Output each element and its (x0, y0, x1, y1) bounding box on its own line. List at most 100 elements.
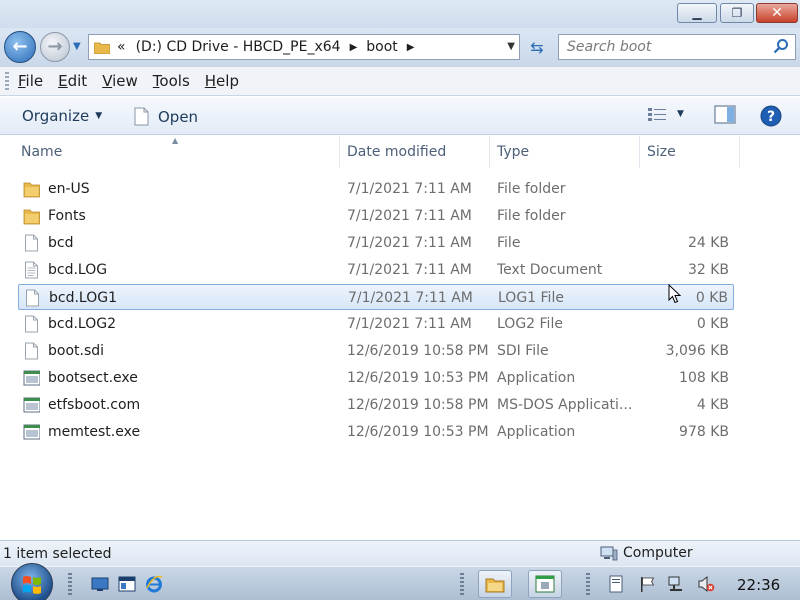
minimize-button[interactable]: ▁ (677, 3, 717, 23)
network-icon[interactable] (667, 575, 685, 593)
start-button[interactable] (11, 563, 53, 600)
file-icon (26, 289, 39, 307)
file-type: File folder (497, 181, 566, 197)
menu-view[interactable]: View (102, 72, 138, 90)
file-type: Text Document (497, 262, 603, 278)
file-date-modified: 7/1/2021 7:11 AM (347, 181, 472, 197)
breadcrumb-drive[interactable]: (D:) CD Drive - HBCD_PE_x64 (136, 39, 341, 55)
organize-label: Organize (22, 107, 90, 125)
column-header-type[interactable]: Type (490, 136, 640, 168)
file-name: bcd.LOG (48, 262, 108, 278)
file-row[interactable]: bcd.LOG1 7/1/2021 7:11 AM LOG1 File 0 KB (18, 284, 734, 310)
file-row[interactable]: bcd.LOG2 7/1/2021 7:11 AM LOG2 File 0 KB (18, 311, 734, 337)
computer-icon (600, 546, 618, 560)
forward-button[interactable]: → (40, 32, 70, 62)
breadcrumb-chevron-icon[interactable]: ▶ (407, 42, 415, 53)
file-type: LOG1 File (498, 290, 564, 306)
file-size: 32 KB (687, 262, 729, 278)
internet-explorer-icon[interactable] (145, 575, 163, 593)
file-icon (25, 342, 38, 360)
address-bar[interactable]: « (D:) CD Drive - HBCD_PE_x64 ▶ boot ▶ ▼ (88, 34, 520, 60)
recent-pages-dropdown-icon[interactable]: ▼ (73, 41, 81, 52)
svg-text:?: ? (767, 109, 775, 125)
application-icon (23, 397, 40, 413)
breadcrumb-boot[interactable]: boot (366, 39, 398, 55)
refresh-button[interactable]: ⇆ (524, 35, 550, 59)
taskbar-grip (460, 573, 464, 595)
application-icon (23, 424, 40, 440)
help-icon: ? (760, 105, 782, 127)
file-name: boot.sdi (48, 343, 105, 359)
close-button[interactable]: ✕ (756, 3, 798, 23)
minimize-icon: ▁ (692, 6, 702, 20)
organize-button[interactable]: Organize ▼ (22, 107, 102, 125)
chevron-down-icon[interactable]: ▼ (677, 109, 684, 119)
file-size: 108 KB (679, 370, 729, 386)
volume-muted-icon[interactable] (697, 575, 715, 593)
taskbar-app-button[interactable] (528, 570, 562, 598)
file-type: Application (497, 424, 576, 440)
file-row[interactable]: etfsboot.com 12/6/2019 10:58 PM MS-DOS App… (18, 392, 734, 418)
file-date-modified: 7/1/2021 7:11 AM (348, 290, 473, 306)
file-row[interactable]: boot.sdi 12/6/2019 10:58 PM SDI File 3,096 … (18, 338, 734, 364)
file-type: Application (497, 370, 576, 386)
navigation-bar: ← → ▼ « (D:) CD Drive - HBCD_PE_x64 ▶ bo… (0, 28, 800, 66)
change-view-button[interactable]: ▼ (647, 106, 684, 122)
taskbar-clock[interactable]: 22:36 (737, 576, 780, 594)
file-row[interactable]: en-US 7/1/2021 7:11 AM File folder (18, 176, 734, 202)
menu-edit[interactable]: Edit (58, 72, 87, 90)
folder-icon (23, 182, 40, 198)
action-center-flag-icon[interactable] (638, 575, 656, 593)
maximize-button[interactable]: ❐ (720, 3, 754, 23)
menu-bar: File Edit View Tools Help (0, 66, 800, 96)
help-button[interactable]: ? (760, 105, 782, 127)
file-date-modified: 12/6/2019 10:58 PM (347, 343, 489, 359)
file-name: bcd (48, 235, 74, 251)
title-bar: ▁ ❐ ✕ (0, 0, 800, 30)
file-size: 4 KB (696, 397, 729, 413)
file-name: en-US (48, 181, 90, 197)
application-window-icon (535, 575, 555, 593)
status-location-label: Computer (623, 545, 693, 561)
selection-count: 1 item selected (3, 546, 112, 562)
taskbar: 22:36 (0, 563, 800, 600)
file-icon (25, 315, 38, 333)
status-bar: 1 item selected Computer (0, 540, 800, 566)
taskbar-grip (586, 573, 590, 595)
file-type: File folder (497, 208, 566, 224)
search-input[interactable]: Search boot (558, 34, 796, 60)
menu-file[interactable]: File (18, 72, 43, 90)
taskbar-explorer-button[interactable] (478, 570, 512, 598)
file-row[interactable]: bcd 7/1/2021 7:11 AM File 24 KB (18, 230, 734, 256)
file-row[interactable]: memtest.exe 12/6/2019 10:53 PM Application… (18, 419, 734, 445)
back-arrow-icon: ← (12, 36, 28, 57)
menu-tools[interactable]: Tools (153, 72, 190, 90)
explorer-window-icon[interactable] (118, 575, 136, 593)
breadcrumb-chevron-icon[interactable]: ▶ (350, 42, 358, 53)
file-name: bcd.LOG1 (49, 290, 117, 306)
chevron-down-icon: ▼ (95, 111, 103, 121)
folder-icon (485, 578, 505, 592)
keyboard-layout-icon[interactable] (607, 575, 625, 593)
breadcrumb-overflow[interactable]: « (117, 39, 126, 55)
file-row[interactable]: bcd.LOG 7/1/2021 7:11 AM Text Document 32 K… (18, 257, 734, 283)
column-header-size[interactable]: Size (640, 136, 740, 168)
preview-pane-button[interactable] (714, 105, 736, 125)
search-icon[interactable] (773, 38, 789, 54)
menu-help[interactable]: Help (205, 72, 239, 90)
column-header-name[interactable]: Name (14, 136, 340, 168)
forward-arrow-icon: → (47, 36, 63, 57)
column-header-date-modified[interactable]: Date modified (340, 136, 490, 168)
file-date-modified: 7/1/2021 7:11 AM (347, 208, 472, 224)
open-button[interactable]: Open (134, 107, 198, 126)
taskbar-grip (68, 573, 72, 595)
back-button[interactable]: ← (4, 31, 36, 63)
file-size: 0 KB (695, 290, 728, 306)
address-dropdown-icon[interactable]: ▼ (507, 41, 515, 52)
file-name: bcd.LOG2 (48, 316, 116, 332)
file-size: 24 KB (687, 235, 729, 251)
file-row[interactable]: bootsect.exe 12/6/2019 10:53 PM Applicatio… (18, 365, 734, 391)
show-desktop-icon[interactable] (91, 575, 109, 593)
file-row[interactable]: Fonts 7/1/2021 7:11 AM File folder (18, 203, 734, 229)
refresh-icon: ⇆ (530, 37, 544, 57)
